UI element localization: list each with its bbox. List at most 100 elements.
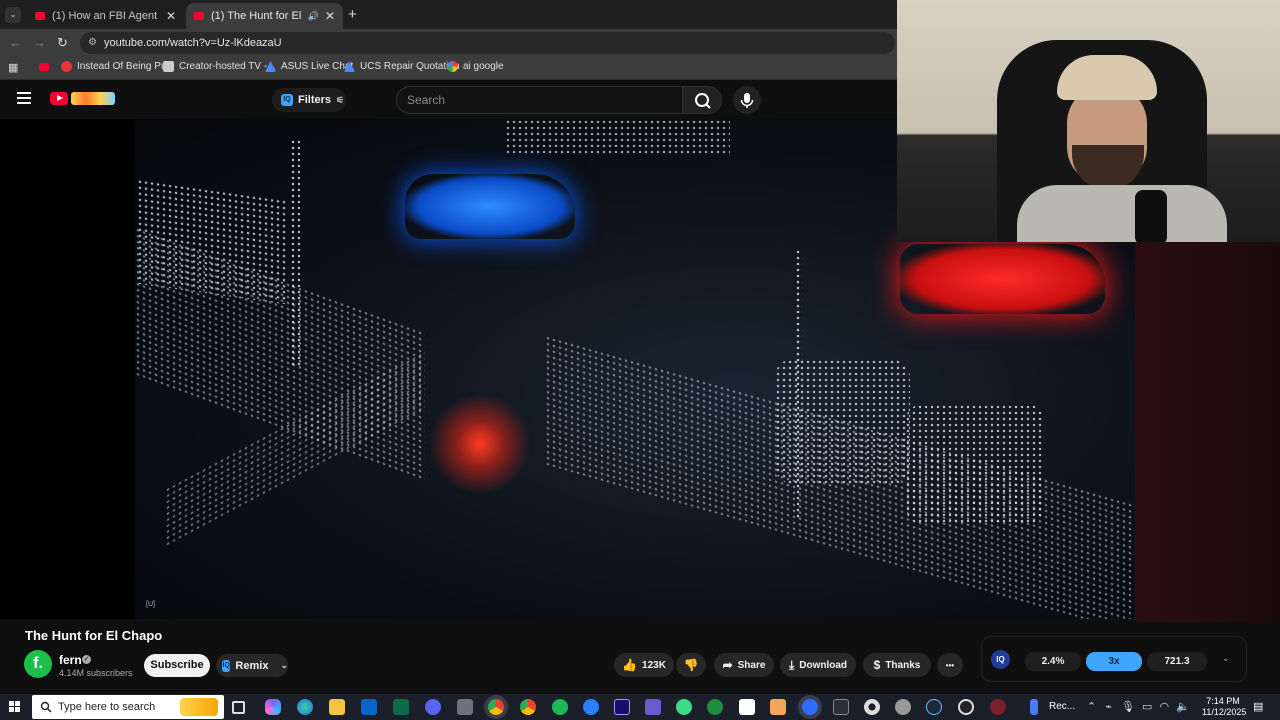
clock-time: 7:14 PM bbox=[1206, 696, 1240, 706]
terminal-icon[interactable] bbox=[393, 699, 409, 715]
tab-hunt-for-el-chapo[interactable]: (1) The Hunt for El Chapo - 🔊 ✕ bbox=[186, 3, 343, 29]
point-cloud-lamp-post bbox=[290, 139, 300, 369]
value-readout[interactable]: 721.3 bbox=[1147, 652, 1207, 671]
thanks-button[interactable]: $ Thanks bbox=[863, 653, 931, 677]
volume-icon[interactable]: 🔈 bbox=[1176, 701, 1190, 713]
tab-fbi-agent[interactable]: (1) How an FBI Agent Infiltrated ✕ bbox=[27, 3, 184, 29]
discord-icon[interactable] bbox=[425, 699, 441, 715]
streamer-cap bbox=[1057, 55, 1157, 100]
youtube-doodle-logo[interactable] bbox=[71, 92, 115, 105]
network-icon[interactable]: ⌁ bbox=[1105, 701, 1112, 713]
red-highlighted-figures bbox=[425, 389, 535, 499]
menu-icon[interactable] bbox=[17, 92, 31, 104]
iq-extension-icon[interactable]: IQ bbox=[991, 650, 1010, 669]
premiere-icon[interactable] bbox=[614, 699, 630, 715]
app-icon[interactable] bbox=[990, 699, 1006, 715]
obs-icon[interactable] bbox=[958, 699, 974, 715]
filters-button[interactable]: IQ Filters ⚟ bbox=[272, 88, 346, 112]
reload-icon[interactable]: ↻ bbox=[57, 35, 68, 51]
spotify-icon[interactable] bbox=[552, 699, 568, 715]
speaker-icon[interactable]: 🔊 bbox=[308, 11, 319, 22]
youtube-favicon-icon bbox=[35, 12, 45, 20]
search-button[interactable] bbox=[682, 86, 722, 114]
file-explorer-icon[interactable] bbox=[329, 699, 345, 715]
close-tab-icon[interactable]: ✕ bbox=[166, 9, 176, 23]
recording-app-icon[interactable] bbox=[1030, 699, 1038, 715]
subscribe-button[interactable]: Subscribe bbox=[144, 654, 210, 677]
bookmark-ai-google[interactable]: ai google bbox=[447, 61, 504, 72]
windows-taskbar: Type here to search Rec... ⌃ ⌁ 🎙 ▭ ◠ 🔈 7… bbox=[0, 694, 1280, 720]
red-highlighted-car bbox=[900, 244, 1105, 314]
dislike-button[interactable]: 👎 bbox=[676, 653, 706, 677]
remix-button[interactable]: IQ Remix ⌄ bbox=[216, 654, 288, 677]
chrome-icon[interactable] bbox=[520, 699, 536, 715]
channel-name[interactable]: fern bbox=[59, 653, 82, 667]
iq-extension-icon: IQ bbox=[222, 659, 231, 672]
download-button[interactable]: ⤓ Download bbox=[780, 653, 856, 677]
url-field[interactable]: ⚙ youtube.com/watch?v=Uz-lKdeazaU bbox=[80, 32, 895, 54]
task-view-icon[interactable] bbox=[232, 701, 245, 714]
settings-icon[interactable] bbox=[864, 699, 880, 715]
youtube-favicon-icon bbox=[194, 12, 204, 20]
speed-extension-widget: IQ 2.4% 3x 721.3 ⌄ bbox=[981, 636, 1247, 682]
recording-label[interactable]: Rec... bbox=[1049, 701, 1075, 712]
bookmark-label: ASUS Live Chat bbox=[281, 61, 354, 72]
chrome-icon[interactable] bbox=[488, 699, 504, 715]
wifi-icon[interactable]: ◠ bbox=[1159, 701, 1169, 713]
percent-readout[interactable]: 2.4% bbox=[1025, 652, 1081, 671]
system-tray[interactable]: ⌃ ⌁ 🎙 ▭ ◠ 🔈 bbox=[1087, 700, 1190, 713]
bookmark-asus-live-chat[interactable]: ASUS Live Chat bbox=[265, 61, 353, 72]
share-button[interactable]: ➦ Share bbox=[714, 653, 774, 677]
capcut-icon[interactable] bbox=[739, 699, 755, 715]
voice-search-button[interactable] bbox=[733, 86, 761, 114]
app-icon[interactable] bbox=[457, 699, 473, 715]
tab-list-icon[interactable]: ⌄ bbox=[5, 7, 21, 23]
forward-icon[interactable]: → bbox=[33, 35, 46, 50]
app-icon[interactable] bbox=[645, 699, 661, 715]
bookmark-tv-icon bbox=[163, 61, 174, 72]
chevron-up-icon[interactable]: ⌃ bbox=[1087, 701, 1096, 713]
search-input[interactable] bbox=[407, 93, 667, 107]
site-info-icon[interactable]: ⚙ bbox=[88, 37, 97, 48]
back-icon[interactable]: ← bbox=[9, 35, 22, 50]
bookmark-creator-hosted[interactable]: Creator-hosted TV -... bbox=[163, 61, 276, 72]
channel-avatar[interactable]: f. bbox=[24, 650, 52, 678]
app-icon[interactable] bbox=[895, 699, 911, 715]
more-actions-button[interactable]: ••• bbox=[937, 653, 963, 677]
webcam-overlay bbox=[897, 0, 1280, 242]
edge-icon[interactable] bbox=[297, 699, 313, 715]
app-icon[interactable] bbox=[833, 699, 849, 715]
store-icon[interactable] bbox=[361, 699, 377, 715]
app-icon[interactable] bbox=[583, 699, 599, 715]
youtube-logo-icon[interactable] bbox=[50, 92, 68, 105]
chevron-down-icon[interactable]: ⌄ bbox=[1222, 653, 1230, 664]
bookmark-label: Creator-hosted TV -... bbox=[179, 61, 276, 72]
thanks-icon: $ bbox=[873, 658, 881, 672]
bookmark-ucs-repair[interactable]: UCS Repair Quotation bbox=[344, 61, 460, 72]
taskbar-clock[interactable]: 7:14 PM 11/12/2025 bbox=[1202, 696, 1246, 718]
tab-label: (1) How an FBI Agent Infiltrated bbox=[52, 10, 160, 22]
app-icon[interactable] bbox=[676, 699, 692, 715]
download-label: Download bbox=[799, 659, 848, 671]
iq-extension-icon: IQ bbox=[281, 94, 293, 106]
close-tab-icon[interactable]: ✕ bbox=[325, 9, 335, 23]
app-icon[interactable] bbox=[707, 699, 723, 715]
microphone-icon[interactable]: 🎙 bbox=[1121, 701, 1135, 713]
steam-icon[interactable] bbox=[926, 699, 942, 715]
notification-icon[interactable]: ▤ bbox=[1253, 700, 1263, 713]
bookmark-instead-of-being[interactable]: Instead Of Being Pu... bbox=[61, 61, 175, 72]
bookmark-youtube-icon[interactable] bbox=[39, 63, 49, 71]
taskbar-search-box[interactable]: Type here to search bbox=[32, 695, 224, 719]
like-button[interactable]: 👍 123K bbox=[614, 653, 674, 677]
windows-start-icon[interactable] bbox=[9, 701, 21, 713]
battery-icon[interactable]: ▭ bbox=[1142, 701, 1152, 713]
app-icon[interactable] bbox=[770, 699, 786, 715]
app-icon[interactable] bbox=[802, 699, 818, 715]
copilot-icon[interactable] bbox=[265, 699, 281, 715]
taskbar-search-text: Type here to search bbox=[58, 701, 156, 713]
speed-button[interactable]: 3x bbox=[1086, 652, 1142, 671]
video-watermark: [U] bbox=[146, 601, 155, 608]
microphone-icon bbox=[1135, 190, 1167, 242]
new-tab-button[interactable]: + bbox=[348, 6, 357, 23]
apps-grid-icon[interactable]: ▦ bbox=[8, 61, 18, 74]
